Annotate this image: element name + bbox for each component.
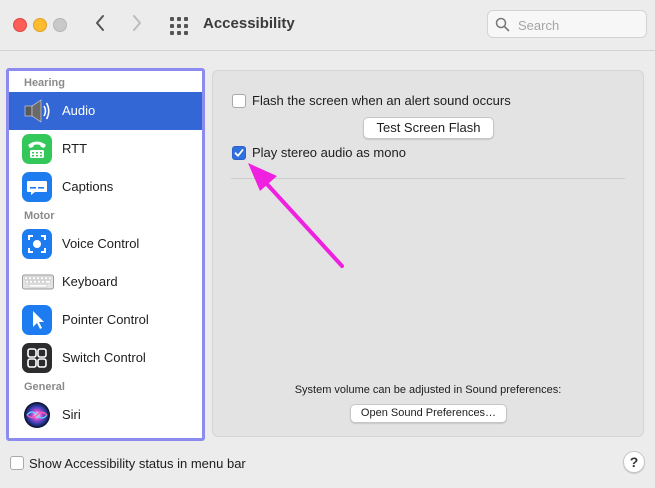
- help-button[interactable]: ?: [623, 451, 645, 473]
- checkmark-icon: [234, 149, 244, 157]
- rtt-phone-icon: [22, 134, 52, 164]
- captions-icon: [22, 172, 52, 202]
- sidebar-item-keyboard[interactable]: Keyboard: [9, 263, 202, 301]
- zoom-window-button[interactable]: [53, 18, 67, 32]
- window-title: Accessibility: [203, 15, 295, 32]
- sidebar-item-switch-control[interactable]: Switch Control: [9, 339, 202, 377]
- sidebar-item-voice-control[interactable]: Voice Control: [9, 225, 202, 263]
- sidebar-item-label: Keyboard: [62, 274, 118, 289]
- sidebar-item-label: Voice Control: [62, 236, 140, 251]
- minimize-window-button[interactable]: [33, 18, 47, 32]
- keyboard-icon: [22, 267, 54, 297]
- sidebar-item-label: RTT: [62, 141, 88, 156]
- close-window-button[interactable]: [13, 18, 27, 32]
- sidebar-item-audio[interactable]: Audio: [9, 92, 202, 130]
- switch-control-icon: [22, 343, 52, 373]
- section-hearing: Hearing: [24, 77, 65, 89]
- speaker-icon: [22, 96, 52, 126]
- open-sound-preferences-button[interactable]: Open Sound Preferences…: [350, 404, 507, 423]
- flash-screen-checkbox[interactable]: [232, 94, 246, 108]
- pointer-icon: [22, 305, 52, 335]
- volume-hint-text: System volume can be adjusted in Sound p…: [294, 384, 562, 396]
- menu-bar-status-label: Show Accessibility status in menu bar: [29, 456, 246, 471]
- sidebar-item-label: Switch Control: [62, 350, 146, 365]
- menu-bar-status-checkbox[interactable]: [10, 456, 24, 470]
- mono-audio-label: Play stereo audio as mono: [252, 145, 406, 160]
- toolbar: Accessibility: [0, 0, 655, 51]
- show-all-grid-icon[interactable]: [170, 17, 188, 35]
- forward-chevron-icon[interactable]: [131, 13, 143, 37]
- sidebar-item-captions[interactable]: Captions: [9, 168, 202, 206]
- test-screen-flash-button[interactable]: Test Screen Flash: [363, 117, 494, 139]
- sidebar-item-rtt[interactable]: RTT: [9, 130, 202, 168]
- sidebar-item-label: Siri: [62, 407, 81, 422]
- sidebar-item-pointer-control[interactable]: Pointer Control: [9, 301, 202, 339]
- section-motor: Motor: [24, 210, 55, 222]
- sidebar-item-label: Audio: [62, 103, 96, 118]
- back-chevron-icon[interactable]: [94, 13, 106, 37]
- search-field[interactable]: [487, 10, 647, 38]
- search-icon: [495, 17, 510, 32]
- divider: [231, 178, 625, 179]
- section-general: General: [24, 381, 65, 393]
- search-input[interactable]: [516, 15, 645, 35]
- siri-icon: [22, 400, 52, 430]
- voice-control-icon: [22, 229, 52, 259]
- sidebar-item-label: Captions: [62, 179, 114, 194]
- sidebar: Hearing Audio RTT Captions Motor Voice C…: [6, 68, 205, 441]
- audio-settings-panel: Flash the screen when an alert sound occ…: [212, 70, 644, 437]
- sidebar-item-label: Pointer Control: [62, 312, 149, 327]
- mono-audio-checkbox[interactable]: [232, 146, 246, 160]
- flash-screen-label: Flash the screen when an alert sound occ…: [252, 93, 511, 108]
- sidebar-item-siri[interactable]: Siri: [9, 396, 202, 434]
